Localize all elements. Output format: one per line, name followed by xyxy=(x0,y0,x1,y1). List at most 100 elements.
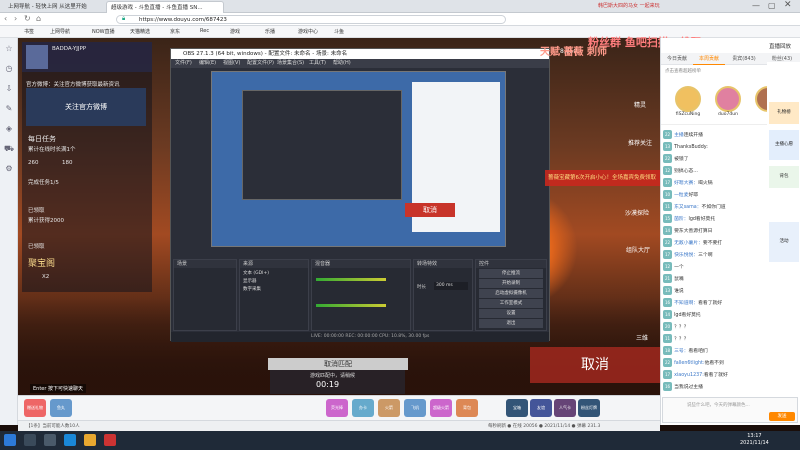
bookmark-item[interactable]: 天猫精选 xyxy=(130,28,150,35)
start-icon[interactable] xyxy=(4,434,16,446)
obs-window[interactable]: OBS 27.1.3 (64 bit, windows) - 配置文件: 未命名… xyxy=(170,48,550,342)
side-item[interactable]: 活动 xyxy=(769,222,799,262)
duration-input[interactable]: 300 ms xyxy=(434,282,468,290)
bookmark-item[interactable]: 书签 xyxy=(24,28,34,35)
stop-stream-button[interactable]: 停止推流 xyxy=(479,269,543,278)
gift-item[interactable]: 办卡 xyxy=(352,399,374,417)
bookmark-item[interactable]: 上网导航 xyxy=(50,28,70,35)
browser-icon[interactable] xyxy=(64,434,76,446)
replay-link[interactable]: 直播回放 xyxy=(769,42,791,50)
obs-menu-item[interactable]: 工具(T) xyxy=(309,59,326,68)
event-banner[interactable]: 蔷薇宝藏第6次开启小心！全场嘉宾免费领取 xyxy=(545,170,660,186)
gift-item[interactable]: 人气卡 xyxy=(554,399,576,417)
obs-menu-item[interactable]: 视图(V) xyxy=(223,59,240,68)
side-item[interactable]: 主播心愿 xyxy=(769,130,799,160)
chat-username[interactable]: 三号： xyxy=(674,349,688,354)
game-menu-follow[interactable]: 推荐关注 xyxy=(620,138,660,147)
chat-username[interactable]: 一粒麦 xyxy=(674,193,688,198)
close-icon[interactable]: ✕ xyxy=(784,0,792,10)
cancel-match-button[interactable]: 取消匹配 xyxy=(268,358,408,370)
bookmark-item[interactable]: 京东 xyxy=(170,28,180,35)
minimize-icon[interactable]: — xyxy=(752,1,760,10)
chat-message: 10 一粒麦好耶 xyxy=(663,190,767,200)
star-icon[interactable]: ☆ xyxy=(4,44,14,54)
exit-button[interactable]: 退出 xyxy=(479,319,543,328)
url-input[interactable]: https://www.douyu.com/687423 xyxy=(116,15,506,24)
chat-username[interactable]: 好嗯大赛： xyxy=(674,181,698,186)
gift-item[interactable]: 飞机 xyxy=(404,399,426,417)
gift-item[interactable]: 背包 xyxy=(456,399,478,417)
reload-icon[interactable]: ↻ xyxy=(24,14,31,23)
obs-menu-item[interactable]: 场景集合(S) xyxy=(277,59,304,68)
obs-menu-item[interactable]: 编辑(E) xyxy=(199,59,216,68)
bookmark-item[interactable]: 斗鱼 xyxy=(334,28,344,35)
gift-item[interactable]: 友谊 xyxy=(530,399,552,417)
clock[interactable]: 13:17 2021/11/14 xyxy=(740,433,769,447)
gift-item[interactable]: 火箭 xyxy=(378,399,400,417)
task-view-icon[interactable] xyxy=(44,434,56,446)
obs-source-item[interactable]: 数字采集 xyxy=(240,284,308,294)
download-icon[interactable]: ⇩ xyxy=(4,84,14,94)
app-icon[interactable] xyxy=(104,434,116,446)
history-icon[interactable]: ◷ xyxy=(4,64,14,74)
settings-button[interactable]: 设置 xyxy=(479,309,543,318)
search-icon[interactable] xyxy=(24,434,36,446)
side-item[interactable]: 礼物榜 xyxy=(769,102,799,124)
gift-item[interactable]: 宝箱 xyxy=(506,399,528,417)
cancel-big-button[interactable]: 取消 xyxy=(530,347,660,383)
bookmark-item[interactable]: 游戏中心 xyxy=(298,28,318,35)
top-fan[interactable]: fiSZcuNing xyxy=(673,86,703,117)
chat-username[interactable]: 不知道啊： xyxy=(674,301,698,306)
official-banner[interactable]: 关注官方微博 xyxy=(26,88,146,126)
virtual-camera-button[interactable]: 启动虚拟摄像机 xyxy=(479,289,543,298)
tab-vip[interactable]: 贵宾(843) xyxy=(725,53,763,65)
home-icon[interactable]: ⌂ xyxy=(36,14,41,23)
top-fan[interactable]: duo7dun xyxy=(713,86,743,117)
gear-icon[interactable]: ⚙ xyxy=(4,164,14,174)
cancel-small-button[interactable]: 取消 xyxy=(405,203,455,217)
tab-week[interactable]: 本周贡献 xyxy=(693,53,725,65)
bookmark-item[interactable]: 乐播 xyxy=(265,28,275,35)
bookmark-item[interactable]: Rec xyxy=(200,28,209,34)
folder-icon[interactable] xyxy=(84,434,96,446)
bookmark-item[interactable]: 游戏 xyxy=(230,28,240,35)
bookmark-item[interactable]: NOW直播 xyxy=(92,28,115,35)
game-icon[interactable]: ◈ xyxy=(4,124,14,134)
tab-today[interactable]: 今日贡献 xyxy=(661,53,693,65)
chat-username[interactable]: 主播 xyxy=(674,133,684,138)
gift-item[interactable]: 超级火箭 xyxy=(430,399,452,417)
gift-item[interactable]: 粉丝灯牌 xyxy=(578,399,600,417)
obs-preview[interactable] xyxy=(211,71,506,247)
chat-username[interactable]: 快乐悦悦： xyxy=(674,253,698,258)
tab-douyu[interactable]: 超级游戏 - 斗鱼直播 - 斗鱼直播 SN... xyxy=(106,1,224,13)
chat-username[interactable]: 东又sama： xyxy=(674,205,701,210)
note-icon[interactable]: ✎ xyxy=(4,104,14,114)
tab-navigation[interactable]: 上网导航 - 轻快上网 从这里开始 xyxy=(4,1,104,13)
game-menu-team[interactable]: 组队大厅 xyxy=(616,245,660,254)
game-menu-3d[interactable]: 三维 xyxy=(624,333,660,342)
start-recording-button[interactable]: 开始录制 xyxy=(479,279,543,288)
chat-username[interactable]: 无敌小薯片： xyxy=(674,241,703,246)
obs-source-item[interactable]: 文本 (GDI+) xyxy=(240,268,308,278)
gift-item[interactable]: 赠送礼物 xyxy=(24,399,46,417)
chat-username[interactable]: xiaoyu1237: xyxy=(674,373,704,378)
cart-icon[interactable]: ⛟ xyxy=(4,144,14,154)
studio-mode-button[interactable]: 工作室模式 xyxy=(479,299,543,308)
rank-note[interactable]: 点击查看超越榜单 xyxy=(665,68,701,74)
forward-icon[interactable]: › xyxy=(14,14,17,23)
game-menu-desert[interactable]: 沙漠探险 xyxy=(614,208,660,217)
gift-item[interactable]: 鱼丸 xyxy=(50,399,72,417)
gift-item[interactable]: 荧光棒 xyxy=(326,399,348,417)
chat-username[interactable]: 菌阶： xyxy=(674,217,688,222)
maximize-icon[interactable]: ▢ xyxy=(768,1,776,10)
side-item[interactable]: 背包 xyxy=(769,166,799,188)
top-ad-text[interactable]: 韩巴斯大四的马女 一起来玩 xyxy=(598,2,718,9)
back-icon[interactable]: ‹ xyxy=(4,14,7,23)
obs-menu-item[interactable]: 配置文件(P) xyxy=(247,59,274,68)
chat-input[interactable]: 说些什么吧，今天的弹幕颜色... 发送 xyxy=(662,397,798,423)
obs-menu-item[interactable]: 文件(F) xyxy=(175,59,192,68)
obs-menu-item[interactable]: 帮助(H) xyxy=(333,59,351,68)
send-button[interactable]: 发送 xyxy=(769,412,795,421)
game-menu-elf[interactable]: 精灵 xyxy=(620,100,660,109)
chat-username[interactable]: fallen6tlight: xyxy=(674,361,704,366)
